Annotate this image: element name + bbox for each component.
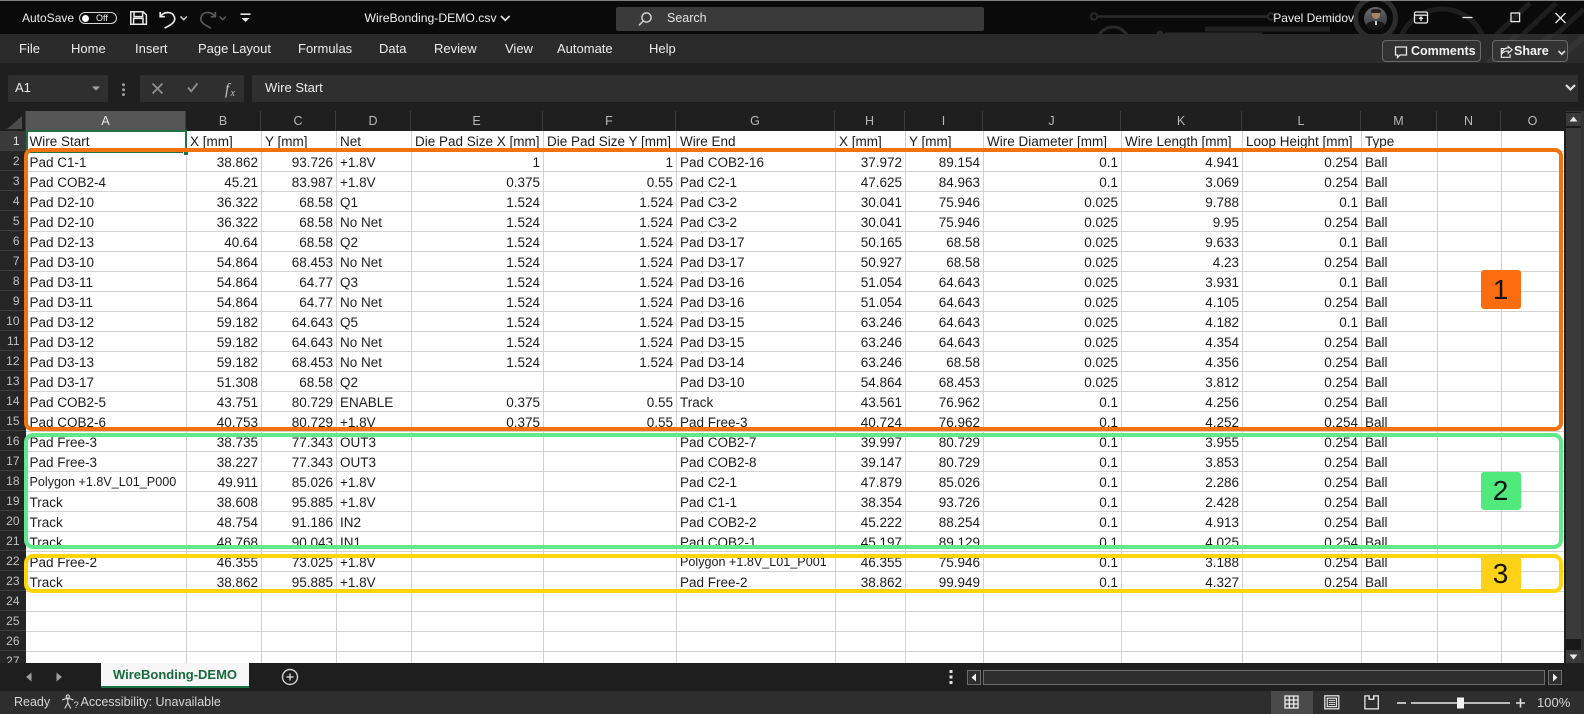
svg-text:?: ? [74, 700, 79, 711]
svg-text:x: x [230, 88, 236, 99]
